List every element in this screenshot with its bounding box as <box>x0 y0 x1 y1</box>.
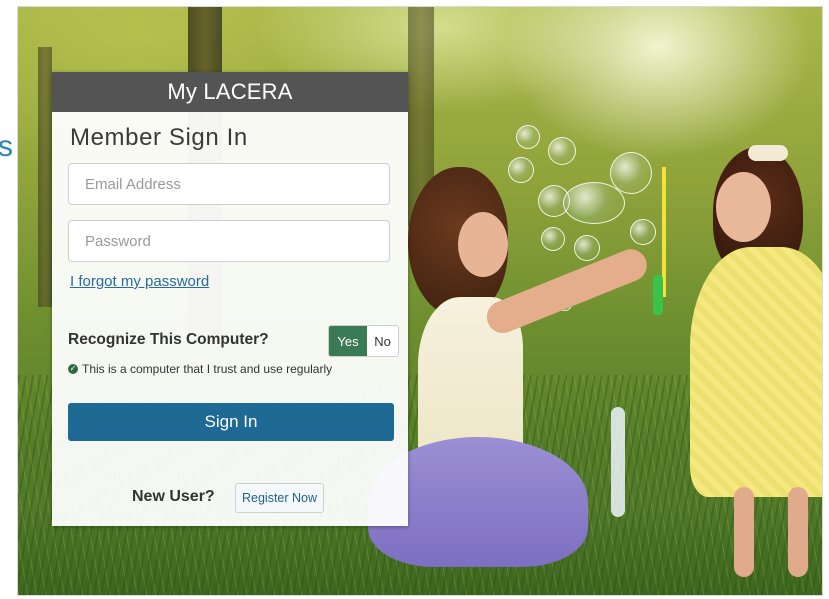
tree-trunk <box>38 47 52 307</box>
password-field[interactable] <box>68 220 390 262</box>
trust-note: ✓ This is a computer that I trust and us… <box>68 362 332 376</box>
toggle-yes-option[interactable]: Yes <box>329 326 367 356</box>
recognize-computer-label: Recognize This Computer? <box>68 331 269 348</box>
brand-logo: My LACERA <box>52 72 408 112</box>
bubble <box>548 137 576 165</box>
brand-text: My LACERA <box>167 79 293 104</box>
clipped-heading-fragment: s <box>0 130 13 163</box>
girl-dress <box>690 247 822 497</box>
sign-in-button[interactable]: Sign In <box>68 403 394 441</box>
bubble <box>516 125 540 149</box>
forgot-password-link[interactable]: I forgot my password <box>70 273 209 290</box>
toggle-no-option[interactable]: No <box>367 326 398 356</box>
new-user-label: New User? <box>132 488 215 505</box>
bubble-wand-handle <box>653 275 663 315</box>
girl-leg <box>788 487 808 577</box>
register-now-button[interactable]: Register Now <box>235 483 325 513</box>
bubble <box>508 157 534 183</box>
sign-in-title: Member Sign In <box>70 124 248 151</box>
bubble <box>574 235 600 261</box>
check-circle-icon: ✓ <box>68 364 78 374</box>
register-now-label: Register Now <box>242 491 318 505</box>
bubble <box>541 227 565 251</box>
sign-in-button-label: Sign In <box>204 412 258 431</box>
girl-face <box>716 172 771 242</box>
bubble-bottle <box>611 407 625 517</box>
girl-leg <box>734 487 754 577</box>
trust-note-text: This is a computer that I trust and use … <box>82 362 333 376</box>
girl-hair-bow <box>748 145 788 161</box>
bubble <box>630 219 656 245</box>
email-field[interactable] <box>68 163 390 205</box>
recognize-computer-toggle[interactable]: Yes No <box>328 325 399 357</box>
login-card: My LACERA Member Sign In I forgot my pas… <box>52 72 408 526</box>
mother-face <box>458 212 508 277</box>
bubble <box>610 152 652 194</box>
